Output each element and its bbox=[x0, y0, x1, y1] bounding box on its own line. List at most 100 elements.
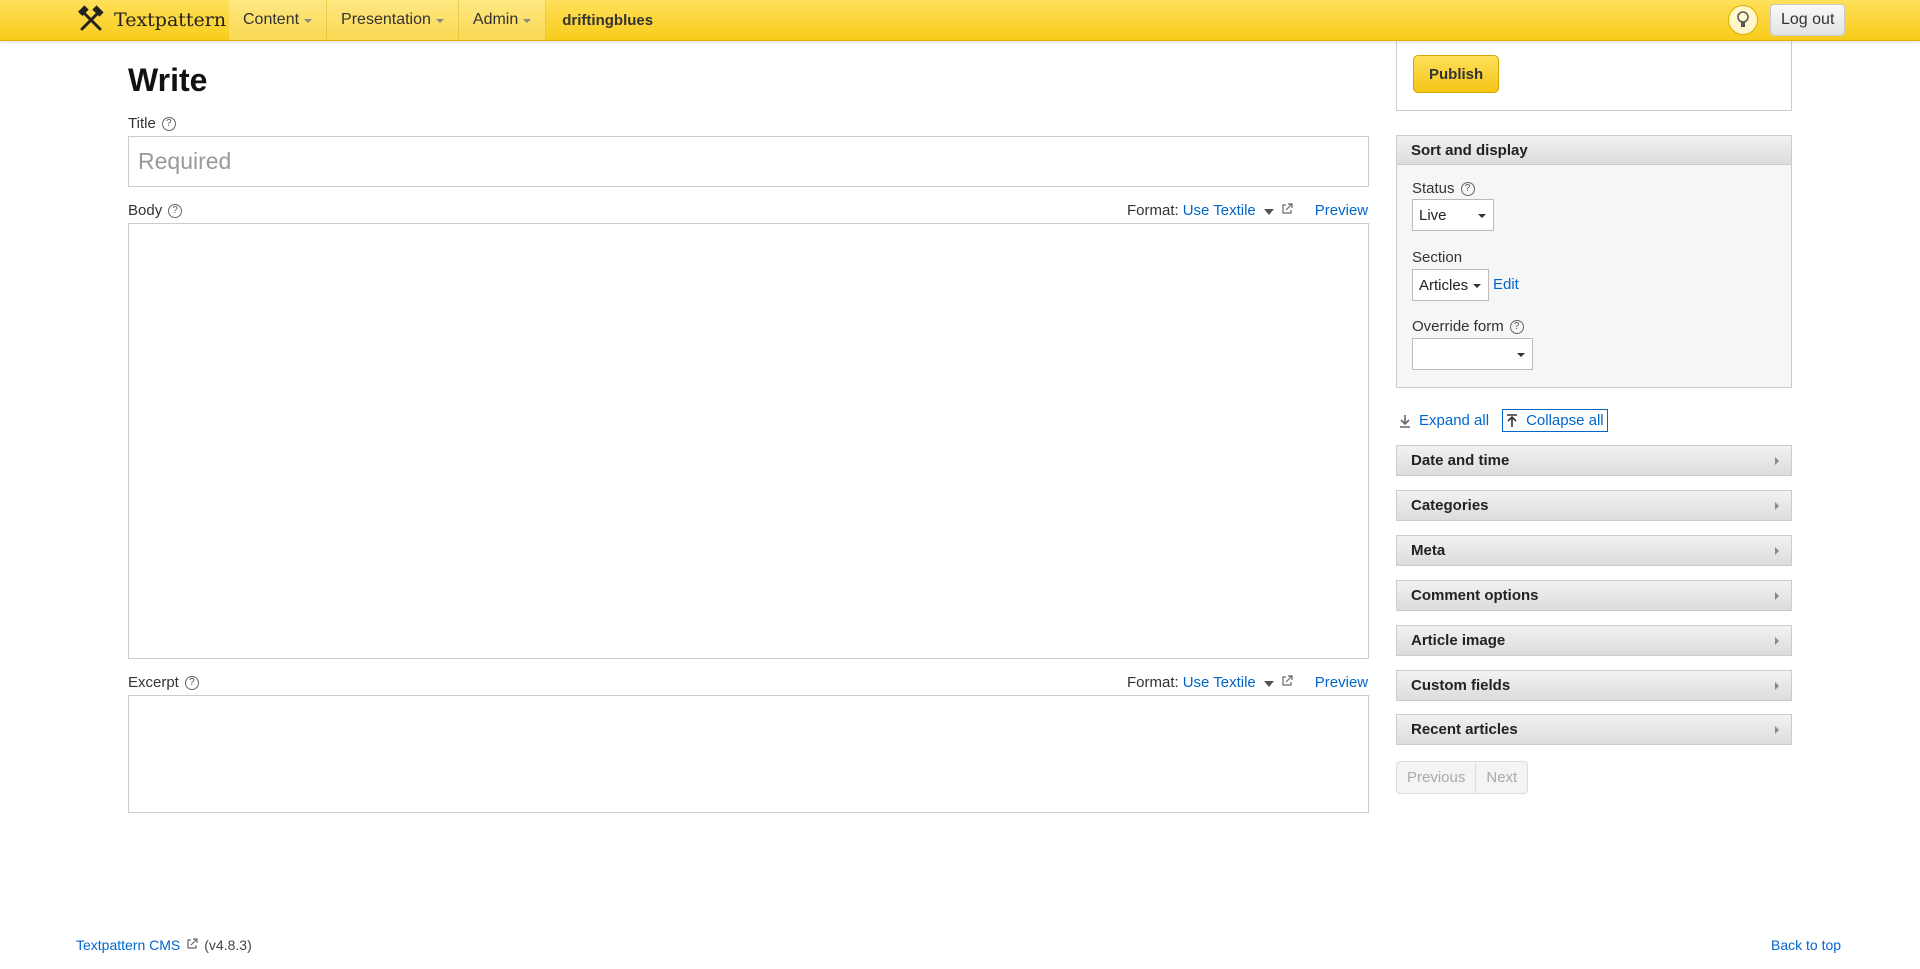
chevron-right-icon bbox=[1775, 637, 1779, 645]
status-value: Live bbox=[1419, 206, 1447, 224]
nav-content[interactable]: Content bbox=[229, 0, 328, 40]
external-link-icon[interactable] bbox=[186, 937, 198, 953]
body-preview-link[interactable]: Preview bbox=[1315, 202, 1368, 219]
title-input[interactable]: Required bbox=[128, 136, 1369, 187]
external-link-icon[interactable] bbox=[1281, 202, 1293, 219]
chevron-right-icon bbox=[1775, 682, 1779, 690]
panel-date-time-heading[interactable]: Date and time bbox=[1397, 446, 1791, 475]
status-select[interactable]: Live bbox=[1412, 199, 1494, 231]
external-link-icon[interactable] bbox=[1281, 674, 1293, 691]
excerpt-format-bar: Format: Use Textile Preview bbox=[1127, 674, 1368, 691]
version-text: (v4.8.3) bbox=[204, 937, 252, 953]
body-label-row: Body ? bbox=[128, 202, 183, 219]
excerpt-label: Excerpt bbox=[128, 674, 179, 691]
chevron-right-icon bbox=[1775, 457, 1779, 465]
body-textarea[interactable] bbox=[128, 223, 1369, 659]
panel-categories-heading[interactable]: Categories bbox=[1397, 491, 1791, 520]
panel-comment-options-label: Comment options bbox=[1411, 587, 1539, 604]
panel-article-image-label: Article image bbox=[1411, 632, 1506, 649]
panel-comment-options[interactable]: Comment options bbox=[1396, 580, 1792, 611]
panel-categories[interactable]: Categories bbox=[1396, 490, 1792, 521]
hammer-logo-icon bbox=[76, 5, 106, 35]
back-to-top-link[interactable]: Back to top bbox=[1771, 937, 1841, 953]
title-placeholder: Required bbox=[138, 148, 232, 174]
panel-recent-articles-heading[interactable]: Recent articles bbox=[1397, 715, 1791, 744]
panel-date-time[interactable]: Date and time bbox=[1396, 445, 1792, 476]
article-pager: Previous Next bbox=[1396, 761, 1529, 794]
main-nav: Content Presentation Admin driftingblues bbox=[229, 0, 669, 40]
title-label: Title bbox=[128, 115, 156, 132]
logout-button[interactable]: Log out bbox=[1770, 4, 1846, 36]
chevron-right-icon bbox=[1775, 547, 1779, 555]
panel-categories-label: Categories bbox=[1411, 497, 1489, 514]
site-name-link[interactable]: driftingblues bbox=[546, 0, 669, 40]
chevron-down-icon bbox=[1478, 214, 1486, 218]
page-title: Write bbox=[128, 62, 208, 98]
status-label: Status bbox=[1412, 180, 1455, 197]
panel-comment-options-heading[interactable]: Comment options bbox=[1397, 581, 1791, 610]
format-label: Format: bbox=[1127, 674, 1179, 691]
upload-icon bbox=[1507, 413, 1518, 427]
lightbulb-toggle-button[interactable] bbox=[1728, 5, 1758, 35]
panel-recent-articles-label: Recent articles bbox=[1411, 721, 1518, 738]
chevron-right-icon bbox=[1775, 726, 1779, 734]
textpattern-cms-link[interactable]: Textpattern CMS bbox=[76, 937, 180, 953]
section-edit-link[interactable]: Edit bbox=[1493, 276, 1519, 293]
collapse-all-label: Collapse all bbox=[1526, 412, 1604, 429]
previous-button[interactable]: Previous bbox=[1397, 762, 1475, 793]
panel-meta-label: Meta bbox=[1411, 542, 1446, 559]
chevron-down-icon bbox=[304, 19, 313, 23]
panel-custom-fields-heading[interactable]: Custom fields bbox=[1397, 671, 1791, 700]
panel-custom-fields[interactable]: Custom fields bbox=[1396, 670, 1792, 701]
chevron-right-icon bbox=[1775, 592, 1779, 600]
help-icon[interactable]: ? bbox=[1460, 181, 1475, 196]
panel-meta-heading[interactable]: Meta bbox=[1397, 536, 1791, 565]
chevron-down-icon bbox=[1473, 284, 1481, 288]
expand-all-link[interactable]: Expand all bbox=[1396, 410, 1492, 431]
body-format-select[interactable]: Use Textile bbox=[1183, 202, 1256, 219]
brand-logo[interactable]: Textpattern bbox=[76, 0, 226, 40]
title-label-row: Title ? bbox=[128, 115, 176, 132]
next-button[interactable]: Next bbox=[1475, 762, 1527, 793]
status-label-row: Status ? bbox=[1412, 180, 1475, 197]
collapse-all-link[interactable]: Collapse all bbox=[1502, 409, 1608, 432]
panel-meta[interactable]: Meta bbox=[1396, 535, 1792, 566]
excerpt-textarea[interactable] bbox=[128, 695, 1369, 813]
excerpt-preview-link[interactable]: Preview bbox=[1315, 674, 1368, 691]
sort-display-heading[interactable]: Sort and display bbox=[1397, 136, 1791, 165]
sort-display-panel: Sort and display Status ? Live Section A… bbox=[1396, 135, 1792, 388]
format-label: Format: bbox=[1127, 202, 1179, 219]
panel-article-image[interactable]: Article image bbox=[1396, 625, 1792, 656]
section-value: Articles bbox=[1419, 276, 1469, 294]
nav-presentation-label: Presentation bbox=[341, 11, 431, 28]
section-select[interactable]: Articles bbox=[1412, 269, 1489, 301]
publish-button[interactable]: Publish bbox=[1413, 55, 1500, 93]
override-form-select[interactable] bbox=[1412, 338, 1533, 370]
chevron-down-icon[interactable] bbox=[1263, 680, 1274, 687]
panel-custom-fields-label: Custom fields bbox=[1411, 677, 1511, 694]
lightbulb-icon bbox=[1737, 11, 1749, 27]
nav-presentation[interactable]: Presentation bbox=[327, 0, 459, 40]
publish-box: Publish bbox=[1396, 41, 1792, 111]
panel-recent-articles[interactable]: Recent articles bbox=[1396, 714, 1792, 745]
help-icon[interactable]: ? bbox=[161, 116, 176, 131]
chevron-down-icon[interactable] bbox=[1263, 208, 1274, 215]
nav-admin[interactable]: Admin bbox=[458, 0, 547, 40]
nav-content-label: Content bbox=[243, 11, 300, 28]
excerpt-label-row: Excerpt ? bbox=[128, 674, 199, 691]
top-navigation-bar: Textpattern Content Presentation Admin d… bbox=[0, 0, 1920, 41]
help-icon[interactable]: ? bbox=[1509, 319, 1524, 334]
help-icon[interactable]: ? bbox=[184, 675, 199, 690]
excerpt-format-select[interactable]: Use Textile bbox=[1183, 674, 1256, 691]
brand-name: Textpattern bbox=[114, 9, 227, 31]
override-label: Override form bbox=[1412, 318, 1504, 335]
download-icon bbox=[1400, 414, 1410, 428]
chevron-right-icon bbox=[1775, 502, 1779, 510]
help-icon[interactable]: ? bbox=[168, 203, 183, 218]
chevron-down-icon bbox=[1517, 353, 1525, 357]
body-label: Body bbox=[128, 202, 163, 219]
panel-article-image-heading[interactable]: Article image bbox=[1397, 626, 1791, 655]
body-format-bar: Format: Use Textile Preview bbox=[1127, 202, 1368, 219]
footer-credit: Textpattern CMS (v4.8.3) bbox=[76, 937, 252, 953]
nav-admin-label: Admin bbox=[472, 11, 519, 28]
